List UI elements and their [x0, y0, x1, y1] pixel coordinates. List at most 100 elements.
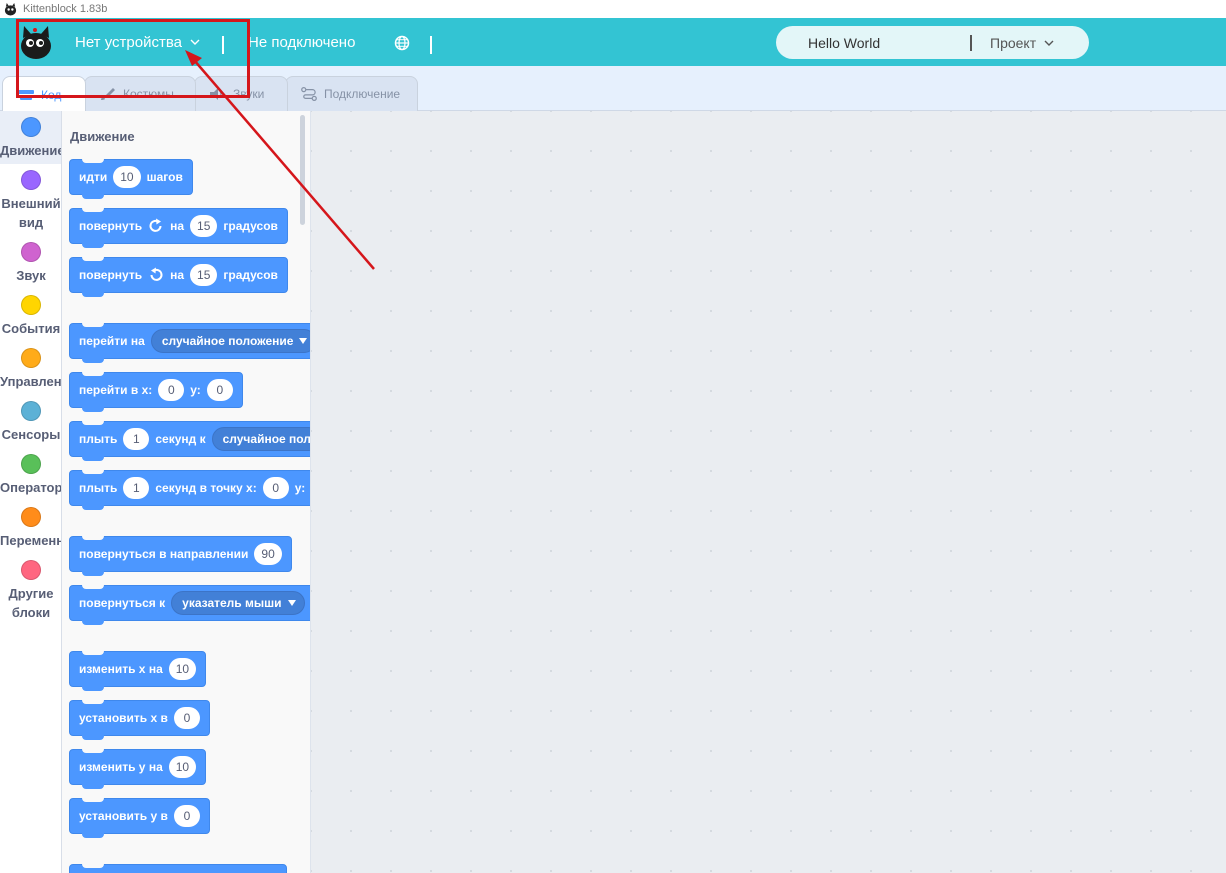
number-input[interactable]: 10: [168, 756, 197, 778]
connection-status[interactable]: Не подключено: [248, 18, 355, 66]
block-point-towards[interactable]: повернуться к указатель мыши: [69, 585, 310, 625]
number-input[interactable]: 15: [190, 264, 218, 286]
block-text: градусов: [223, 268, 278, 282]
number-input[interactable]: 90: [254, 543, 282, 565]
brush-icon: [101, 88, 115, 100]
project-menu[interactable]: Проект: [990, 26, 1054, 59]
block-text: перейти в х:: [79, 383, 153, 397]
block-text: плыть: [79, 432, 118, 446]
tab-code[interactable]: Код: [2, 76, 86, 112]
dropdown-value: случайное пол: [222, 432, 311, 446]
block-text: установить у в: [79, 809, 168, 823]
block-goto-xy[interactable]: перейти в х: 0 у: 0: [69, 372, 243, 412]
category-label: Движение: [0, 143, 62, 158]
block-text: установить х в: [79, 711, 168, 725]
block-change-y[interactable]: изменить у на 10: [69, 749, 207, 789]
category-label: Другие блоки: [8, 586, 54, 620]
flyout-scrollbar[interactable]: [300, 115, 305, 225]
category-dot: [21, 560, 41, 580]
tab-costumes-label: Костюмы: [123, 87, 174, 101]
block-set-x[interactable]: установить х в 0: [69, 700, 210, 740]
block-text: повернуть: [79, 268, 143, 282]
block-text: на: [170, 268, 185, 282]
category-motion[interactable]: Движение: [0, 111, 62, 164]
blocks-flyout: Движение идти 10 шагов повернуть на 15 г…: [62, 111, 311, 873]
menu-bar: Нет устройства Не подключено Hello World…: [0, 18, 1226, 66]
number-input[interactable]: 0: [262, 477, 289, 499]
category-dot: [21, 242, 41, 262]
block-set-y[interactable]: установить у в 0: [69, 798, 210, 838]
tab-costumes[interactable]: Костюмы: [84, 76, 196, 111]
kittenblock-logo-icon[interactable]: [18, 24, 54, 60]
block-goto[interactable]: перейти на случайное положение: [69, 323, 310, 363]
block-turn-right[interactable]: повернуть на 15 градусов: [69, 208, 288, 248]
dropdown-arrow-icon: [299, 338, 308, 344]
number-input[interactable]: 0: [158, 379, 185, 401]
block-point-direction[interactable]: повернуться в направлении 90: [69, 536, 292, 576]
number-input[interactable]: 10: [113, 166, 141, 188]
number-input[interactable]: 0: [173, 805, 200, 827]
globe-icon[interactable]: [394, 35, 410, 51]
number-input[interactable]: 10: [168, 658, 197, 680]
target-dropdown[interactable]: указатель мыши: [171, 591, 305, 615]
category-sound[interactable]: Звук: [0, 242, 61, 285]
block-text: секунд в точку х:: [155, 481, 257, 495]
project-bar: Hello World Проект: [776, 26, 1089, 59]
position-dropdown[interactable]: случайное пол: [211, 427, 311, 451]
menu-divider: [430, 36, 432, 54]
rotate-right-icon: [149, 218, 162, 232]
flyout-heading: Движение: [70, 129, 135, 144]
block-move-steps[interactable]: идти 10 шагов: [69, 159, 193, 199]
category-my-blocks[interactable]: Другие блоки: [0, 560, 61, 622]
device-menu[interactable]: Нет устройства: [75, 18, 200, 66]
number-input[interactable]: 15: [190, 215, 218, 237]
category-menu: Движение Внешний вид Звук События Управл…: [0, 111, 62, 873]
category-dot: [21, 454, 41, 474]
category-label: Внешний вид: [1, 196, 61, 230]
category-variables[interactable]: Переменные: [0, 507, 61, 550]
block-text: повернуться к: [79, 596, 166, 610]
block-text: повернуть: [79, 219, 143, 233]
block-glide-xy[interactable]: плыть 1 секунд в точку х: 0 у:: [69, 470, 310, 510]
block-partial[interactable]: [69, 864, 287, 873]
number-input[interactable]: 0: [206, 379, 233, 401]
block-text: плыть: [79, 481, 118, 495]
category-control[interactable]: Управление: [0, 348, 62, 391]
dropdown-value: указатель мыши: [182, 596, 282, 610]
category-sensing[interactable]: Сенсоры: [0, 401, 61, 444]
chevron-down-icon: [1044, 40, 1054, 46]
block-turn-left[interactable]: повернуть на 15 градусов: [69, 257, 288, 297]
dropdown-value: случайное положение: [161, 334, 294, 348]
number-input[interactable]: 1: [123, 428, 150, 450]
category-label: Управление: [0, 374, 62, 389]
tab-connection[interactable]: Подключение: [285, 76, 418, 111]
category-operators[interactable]: Операторы: [0, 454, 62, 497]
block-text: шагов: [146, 170, 183, 184]
dropdown-arrow-icon: [287, 600, 296, 606]
category-looks[interactable]: Внешний вид: [0, 170, 61, 232]
kittenblock-window: Kittenblock 1.83b Нет устройства Не подк…: [0, 0, 1226, 873]
block-text: секунд к: [155, 432, 206, 446]
title-bar: Kittenblock 1.83b: [0, 0, 1226, 18]
position-dropdown[interactable]: случайное положение: [150, 329, 310, 353]
tab-sounds[interactable]: Звуки: [194, 76, 288, 111]
block-text: у:: [294, 481, 306, 495]
block-glide[interactable]: плыть 1 секунд к случайное пол: [69, 421, 311, 461]
project-menu-label: Проект: [990, 34, 1037, 51]
category-label: Операторы: [0, 480, 62, 495]
script-workspace[interactable]: [311, 111, 1226, 873]
number-input[interactable]: 1: [123, 477, 150, 499]
connection-status-label: Не подключено: [248, 33, 356, 51]
category-label: Переменные: [0, 533, 61, 548]
code-blocks-icon: [18, 89, 34, 100]
device-menu-label: Нет устройства: [75, 33, 182, 51]
category-label: Сенсоры: [1, 427, 61, 442]
menu-divider: [222, 36, 224, 54]
block-text: повернуться в направлении: [79, 547, 249, 561]
number-input[interactable]: 0: [173, 707, 200, 729]
kitten-app-icon: [4, 2, 17, 16]
category-events[interactable]: События: [0, 295, 61, 338]
block-change-x[interactable]: изменить х на 10: [69, 651, 207, 691]
category-dot: [21, 295, 41, 315]
project-title-field[interactable]: Hello World: [808, 26, 880, 59]
